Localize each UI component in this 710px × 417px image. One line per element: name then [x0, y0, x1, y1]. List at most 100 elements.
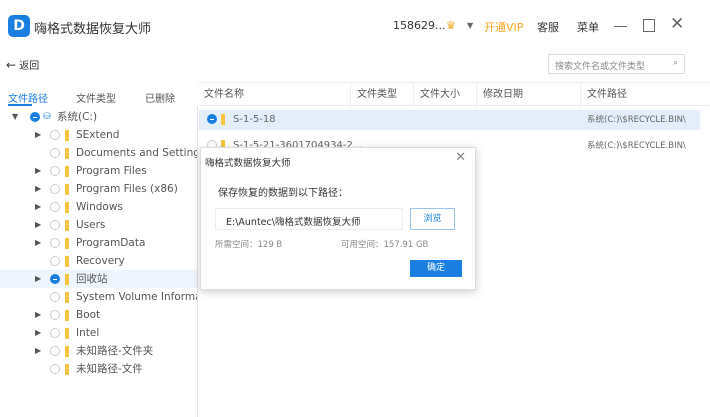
checkbox[interactable]: [50, 148, 60, 158]
browse-button[interactable]: 浏览: [410, 208, 455, 230]
tree-item[interactable]: ▶ Program Files (x86): [0, 180, 197, 198]
tree-item[interactable]: ▶ Boot: [0, 306, 197, 324]
folder-icon: [65, 364, 69, 375]
caret-right-icon[interactable]: ▶: [35, 198, 41, 216]
tree-item[interactable]: ▶ Intel: [0, 324, 197, 342]
col-date[interactable]: 修改日期: [476, 83, 580, 107]
checkbox[interactable]: [50, 220, 60, 230]
minimize-icon[interactable]: [614, 26, 627, 27]
checkbox[interactable]: [50, 130, 60, 140]
caret-right-icon[interactable]: ▶: [35, 324, 41, 342]
tree-item-label: 回收站: [76, 273, 108, 285]
tree-item-label: 未知路径-文件: [76, 363, 143, 375]
checkbox[interactable]: [30, 112, 40, 122]
caret-right-icon[interactable]: ▶: [35, 126, 41, 144]
search-input[interactable]: 搜索文件名或文件类型 ⌕: [548, 54, 685, 74]
dialog-close-icon[interactable]: ✕: [455, 150, 466, 165]
folder-icon: [65, 130, 69, 141]
checkbox[interactable]: [50, 184, 60, 194]
tree-item[interactable]: ▶ Users: [0, 216, 197, 234]
search-placeholder: 搜索文件名或文件类型: [555, 62, 646, 72]
folder-icon: [65, 202, 69, 213]
required-space: 所需空间：129 B: [215, 240, 283, 250]
close-icon[interactable]: ✕: [670, 14, 684, 34]
checkbox[interactable]: [50, 256, 60, 266]
tree-item[interactable]: Recovery: [0, 252, 197, 270]
tree-item[interactable]: Documents and Settings: [0, 144, 197, 162]
checkbox[interactable]: [50, 346, 60, 356]
folder-tree: ▼ ⛁ 系统(C:) ▶ SExtend Documents and Settings ▶ P…: [0, 106, 198, 417]
caret-right-icon[interactable]: ▶: [35, 234, 41, 252]
checkbox[interactable]: [50, 328, 60, 338]
arrow-left-icon: ←: [6, 58, 17, 72]
checkbox[interactable]: [50, 274, 60, 284]
checkbox[interactable]: [50, 364, 60, 374]
file-path: 系统(C:)\$RECYCLE.BIN\: [587, 141, 686, 151]
tree-item[interactable]: ▶ Windows: [0, 198, 197, 216]
tree-item-label: Program Files: [76, 165, 147, 177]
checkbox[interactable]: [50, 292, 60, 302]
tab-file-type[interactable]: 文件类型: [76, 90, 116, 105]
tree-item[interactable]: ▶ ProgramData: [0, 234, 197, 252]
search-icon: ⌕: [672, 58, 678, 68]
tree-item[interactable]: ▶ 未知路径-文件夹: [0, 342, 197, 360]
folder-icon: [65, 328, 69, 339]
tree-item-label: Recovery: [76, 255, 125, 267]
save-dialog: 嗨格式数据恢复大师 ✕ 保存恢复的数据到以下路径： E:\Auntec\嗨格式数…: [200, 147, 476, 290]
dropdown-icon[interactable]: ▼: [467, 21, 473, 30]
folder-icon: [65, 346, 69, 357]
caret-right-icon[interactable]: ▶: [35, 306, 41, 324]
folder-icon: [65, 238, 69, 249]
tab-file-path[interactable]: 文件路径: [8, 90, 48, 105]
checkbox[interactable]: [50, 310, 60, 320]
tree-item[interactable]: ▶ Program Files: [0, 162, 197, 180]
caret-right-icon[interactable]: ▶: [35, 342, 41, 360]
tree-item-label: 系统(C:): [57, 111, 98, 123]
menu-button[interactable]: 菜单: [577, 19, 599, 35]
tree-item[interactable]: ▶ 回收站: [0, 270, 197, 288]
checkbox[interactable]: [50, 238, 60, 248]
caret-right-icon[interactable]: ▶: [35, 270, 41, 288]
folder-icon: [65, 256, 69, 267]
file-path: 系统(C:)\$RECYCLE.BIN\: [587, 115, 686, 125]
app-logo: D: [8, 15, 30, 37]
dialog-prompt: 保存恢复的数据到以下路径：: [218, 188, 348, 199]
service-button[interactable]: 客服: [537, 19, 559, 35]
caret-right-icon[interactable]: ▶: [35, 216, 41, 234]
tree-item-label: ProgramData: [76, 237, 146, 249]
drive-icon: ⛁: [43, 112, 51, 122]
tree-item[interactable]: ▶ SExtend: [0, 126, 197, 144]
back-label: 返回: [19, 61, 40, 72]
tree-item[interactable]: 未知路径-文件: [0, 360, 197, 378]
table-row[interactable]: S-1-5-18 系统(C:)\$RECYCLE.BIN\: [199, 110, 700, 130]
tree-item[interactable]: ▼ ⛁ 系统(C:): [0, 108, 197, 126]
caret-down-icon[interactable]: ▼: [12, 108, 18, 126]
col-name[interactable]: 文件名称: [198, 83, 350, 107]
tree-item-label: Boot: [76, 309, 101, 321]
checkbox[interactable]: [50, 202, 60, 212]
checkbox[interactable]: [50, 166, 60, 176]
tree-item[interactable]: System Volume Information: [0, 288, 197, 306]
vip-link[interactable]: 开通VIP: [484, 19, 523, 35]
checkbox[interactable]: [207, 114, 217, 124]
save-path-input[interactable]: E:\Auntec\嗨格式数据恢复大师: [215, 208, 403, 230]
col-size[interactable]: 文件大小: [413, 83, 476, 107]
caret-right-icon[interactable]: ▶: [35, 180, 41, 198]
col-path[interactable]: 文件路径: [580, 83, 710, 107]
maximize-icon[interactable]: [643, 19, 655, 32]
ok-button[interactable]: 确定: [410, 260, 462, 277]
user-account[interactable]: 158629...: [393, 19, 445, 32]
back-button[interactable]: ← 返回: [6, 57, 39, 72]
folder-icon: [65, 274, 69, 285]
app-title: 嗨格式数据恢复大师: [34, 22, 152, 37]
folder-icon: [65, 148, 69, 159]
caret-right-icon[interactable]: ▶: [35, 162, 41, 180]
folder-icon: [65, 166, 69, 177]
tree-item-label: Users: [76, 219, 106, 231]
tree-item-label: 未知路径-文件夹: [76, 345, 154, 357]
folder-icon: [221, 114, 225, 125]
col-type[interactable]: 文件类型: [350, 83, 413, 107]
tree-item-label: Windows: [76, 201, 123, 213]
tab-deleted[interactable]: 已删除: [145, 90, 175, 105]
file-name: S-1-5-18: [233, 114, 276, 125]
